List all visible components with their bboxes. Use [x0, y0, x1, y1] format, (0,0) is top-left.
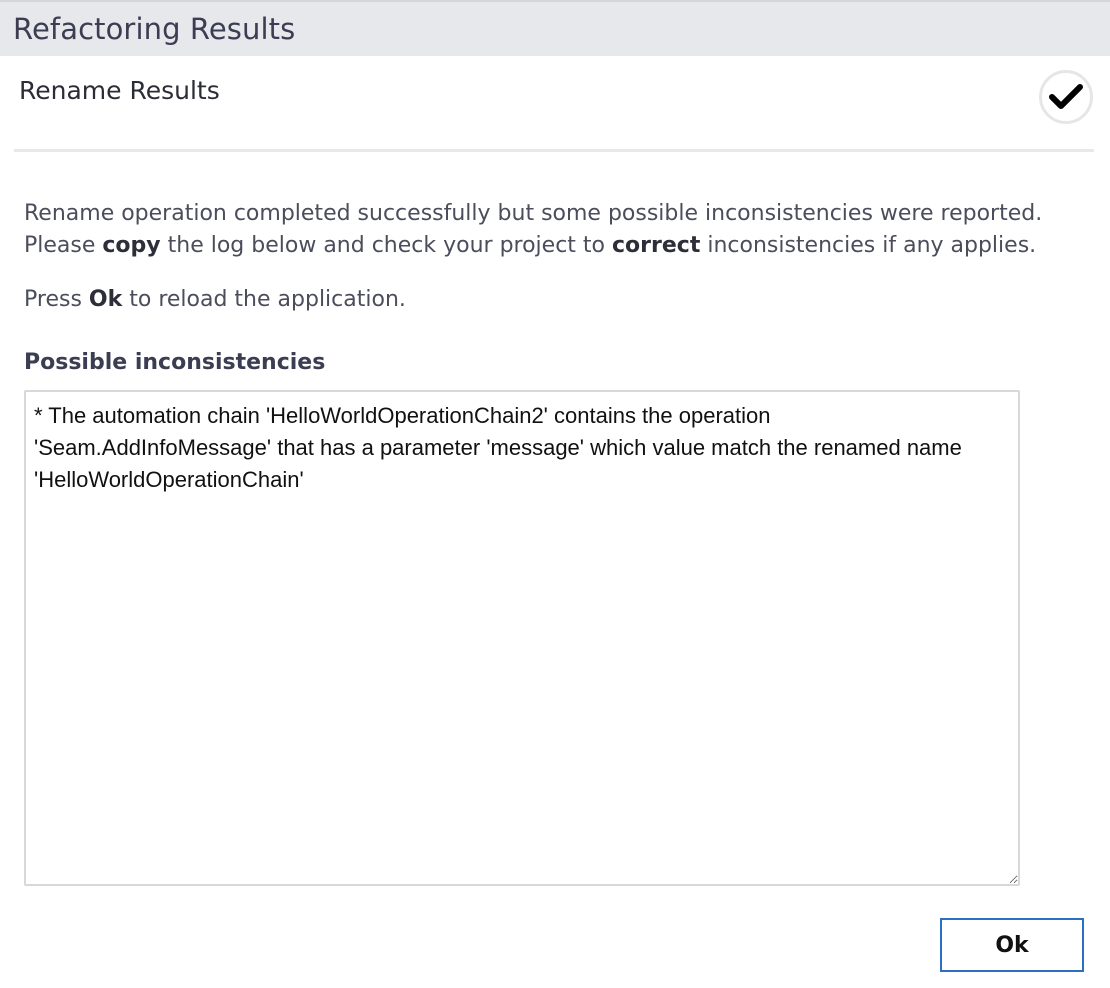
section-title: Rename Results — [19, 76, 220, 105]
dialog-title-bar: Refactoring Results — [0, 0, 1110, 56]
message-text: the log below and check your project to — [160, 233, 612, 258]
reload-instruction: Press Ok to reload the application. — [24, 284, 406, 316]
message-text: Please — [24, 233, 103, 258]
correct-emphasis: correct — [612, 233, 701, 258]
inconsistencies-log-textarea[interactable] — [24, 390, 1020, 886]
refactoring-results-dialog: Refactoring Results Rename Results Renam… — [0, 0, 1110, 988]
message-text: inconsistencies if any applies. — [700, 233, 1037, 258]
checkmark-glyph — [1049, 84, 1083, 109]
inconsistencies-label: Possible inconsistencies — [24, 350, 326, 375]
checkmark-icon — [1039, 70, 1093, 124]
copy-emphasis: copy — [102, 233, 161, 258]
result-message: Rename operation completed successfully … — [24, 198, 1084, 262]
dialog-title: Refactoring Results — [13, 12, 296, 46]
header-divider — [14, 149, 1094, 152]
instruction-text: Press — [24, 287, 89, 312]
message-line-2: Please copy the log below and check your… — [24, 230, 1084, 262]
ok-button[interactable]: Ok — [940, 918, 1084, 972]
instruction-text: to reload the application. — [122, 287, 406, 312]
ok-emphasis: Ok — [88, 287, 123, 312]
message-line-1: Rename operation completed successfully … — [24, 201, 1043, 226]
